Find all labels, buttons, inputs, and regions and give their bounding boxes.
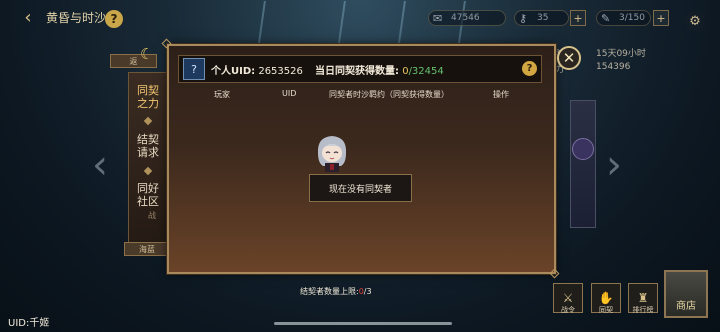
key-icon: ⚷ bbox=[519, 12, 528, 25]
uid-value: 2653526 bbox=[258, 66, 303, 77]
next-arrow-icon[interactable]: › bbox=[606, 142, 622, 188]
scroll-icon: ✉ bbox=[433, 12, 443, 25]
tab-tongqi-power[interactable]: 同契之力 bbox=[133, 84, 163, 110]
limit-label: 结契者数量上限: bbox=[300, 287, 359, 296]
contract-limit: 结契者数量上限:0/3 bbox=[300, 286, 372, 297]
limit-max: /3 bbox=[363, 287, 372, 296]
bottom-pill: 海蓝 bbox=[124, 242, 170, 256]
chibi-avatar bbox=[317, 136, 347, 172]
resource-value: 35 bbox=[537, 13, 549, 23]
empty-state-message: 现在没有同契者 bbox=[309, 174, 412, 202]
help-button[interactable]: ? bbox=[105, 10, 123, 28]
close-icon: ✕ bbox=[562, 49, 576, 67]
add-key-button[interactable]: + bbox=[570, 10, 586, 26]
feather-icon: ✎ bbox=[601, 12, 611, 25]
trophy-icon: ♜ bbox=[637, 291, 649, 305]
close-button[interactable]: ✕ bbox=[557, 46, 581, 70]
side-card bbox=[570, 100, 596, 228]
page-title: 黄昏与时沙 bbox=[46, 11, 107, 25]
resource-feather: ✎ 3/150 bbox=[596, 10, 651, 26]
timer-value: 15天09小时 bbox=[596, 49, 646, 59]
leaderboard-label: 排行榜 bbox=[632, 306, 654, 314]
battle-mark: 战 bbox=[148, 211, 156, 220]
moon-icon: ☾ bbox=[140, 45, 154, 63]
column-header-uid: UID bbox=[282, 89, 297, 98]
daily-count: 当日同契获得数量: 0/32454 bbox=[315, 62, 444, 77]
column-header-player: 玩家 bbox=[214, 90, 230, 99]
battle-pass-label: 战令 bbox=[561, 306, 575, 314]
gear-icon: ⚙ bbox=[689, 13, 701, 29]
user-uid: UID:千姬 bbox=[8, 318, 50, 329]
personal-uid: 个人UID: 2653526 bbox=[211, 62, 303, 77]
tab-community[interactable]: 同好社区 bbox=[133, 182, 163, 208]
shop-button[interactable]: 商店 bbox=[664, 270, 708, 318]
tongqi-label: 同契 bbox=[599, 306, 613, 314]
count-label: 当日同契获得数量: bbox=[315, 66, 399, 77]
score-value: 154396 bbox=[596, 62, 631, 72]
resource-key: ⚷ 35 bbox=[514, 10, 569, 26]
add-feather-button[interactable]: + bbox=[653, 10, 669, 26]
modal-help-button[interactable]: ? bbox=[522, 61, 537, 76]
emblem-icon bbox=[572, 138, 594, 160]
back-arrow-icon: ‹ bbox=[24, 6, 32, 28]
back-button[interactable]: ‹ bbox=[10, 5, 46, 29]
settings-button[interactable]: ⚙ bbox=[685, 11, 705, 31]
column-header-action: 操作 bbox=[493, 90, 509, 99]
resource-value: 3/150 bbox=[619, 13, 645, 23]
hands-icon: ✋ bbox=[598, 291, 614, 305]
uid-label: 个人UID: bbox=[211, 66, 256, 77]
shop-label: 商店 bbox=[676, 301, 696, 312]
corner-ornament bbox=[549, 268, 560, 279]
info-badge: ? bbox=[183, 58, 205, 80]
resource-scroll: ✉ 47546 bbox=[428, 10, 506, 26]
battle-pass-icon: ⚔ bbox=[562, 291, 574, 305]
home-indicator[interactable] bbox=[274, 322, 452, 325]
count-max: /32454 bbox=[408, 66, 444, 77]
resource-value: 47546 bbox=[451, 13, 480, 23]
column-header-bond: 同契者时沙羁约（同契获得数量） bbox=[329, 90, 449, 99]
tab-contract-requests[interactable]: 结契请求 bbox=[133, 133, 163, 159]
prev-arrow-icon[interactable]: ‹ bbox=[92, 142, 108, 188]
